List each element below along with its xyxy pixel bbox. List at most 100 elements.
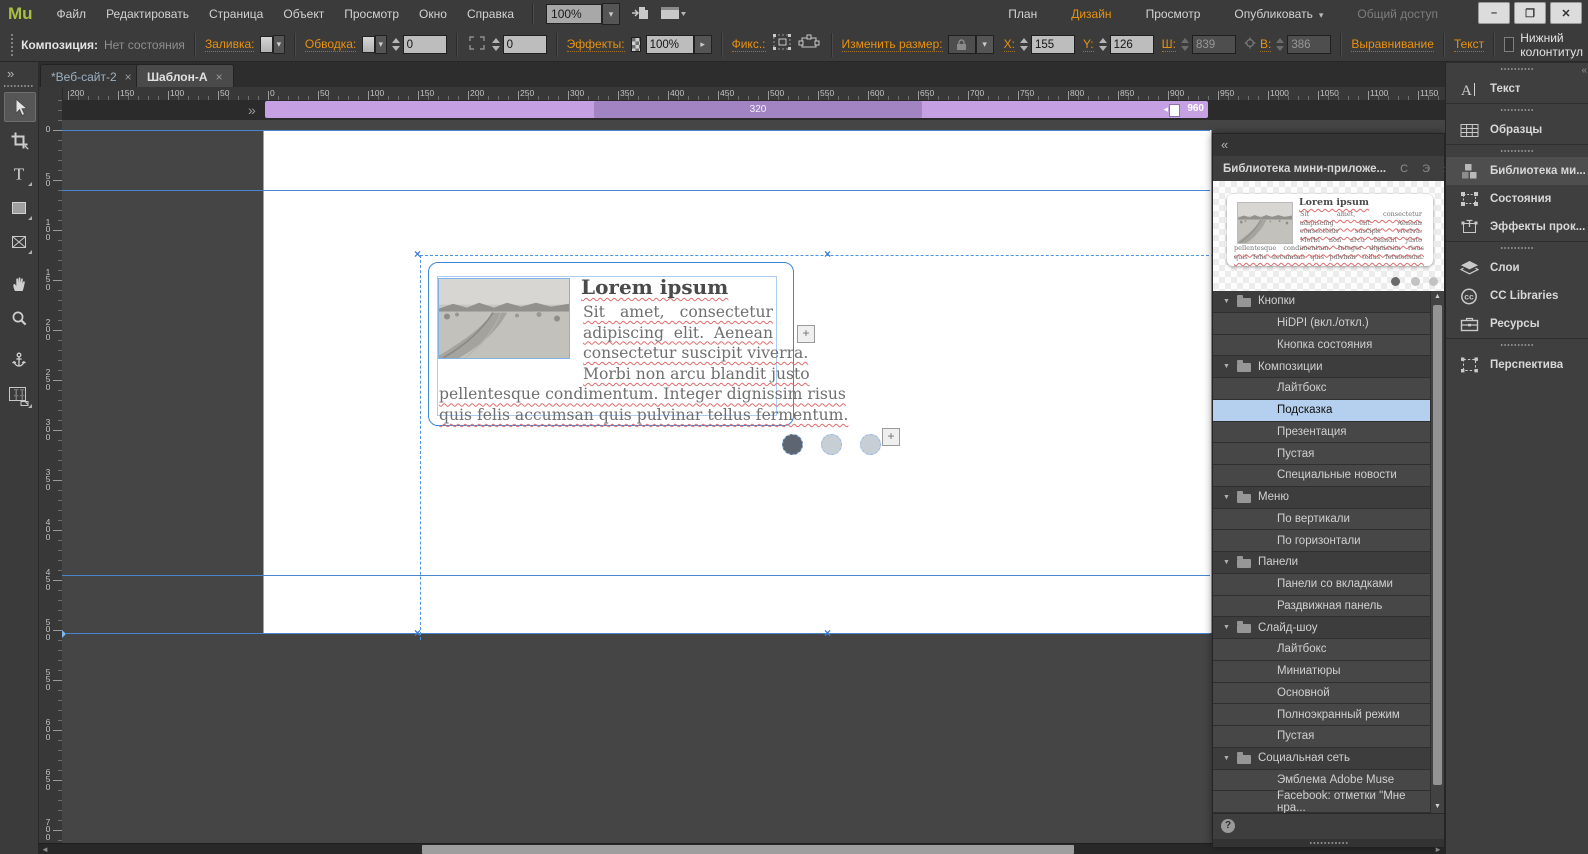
- hidden-tab-effects[interactable]: Э: [1422, 163, 1430, 175]
- scroll-up-icon[interactable]: ▲: [1431, 291, 1444, 303]
- go-to-page-icon[interactable]: [630, 5, 650, 24]
- library-folder-Слайд-шоу[interactable]: ▼ Слайд-шоу: [1213, 617, 1444, 639]
- library-folder-Меню[interactable]: ▼ Меню: [1213, 486, 1444, 509]
- text-tool[interactable]: T: [4, 160, 34, 188]
- fill-label[interactable]: Заливка:: [204, 37, 255, 52]
- stroke-width-field[interactable]: [402, 35, 447, 54]
- resize-dropdown[interactable]: ▾: [975, 35, 994, 54]
- panel-collapse-icon[interactable]: «: [1221, 137, 1228, 152]
- dock-collapse-icon[interactable]: «: [1581, 65, 1586, 76]
- breakpoint-segment-320[interactable]: 320: [594, 101, 922, 118]
- crop-tool[interactable]: [4, 126, 34, 154]
- preview-mode-icon[interactable]: [660, 5, 687, 24]
- mode-Дизайн[interactable]: Дизайн: [1071, 7, 1111, 21]
- opacity-checker-icon[interactable]: [630, 37, 641, 52]
- widget-list-scrollbar[interactable]: ▲ ▼: [1430, 291, 1444, 813]
- y-field[interactable]: [1109, 35, 1154, 54]
- corner-radius-field[interactable]: [502, 35, 547, 54]
- tab-website-2[interactable]: *Веб-сайт-2 ×: [40, 64, 143, 88]
- library-item[interactable]: Презентация: [1213, 421, 1444, 444]
- library-folder-Композиции[interactable]: ▼ Композиции: [1213, 356, 1444, 378]
- dock-item-text[interactable]: A Текст: [1446, 75, 1588, 103]
- library-item[interactable]: По вертикали: [1213, 508, 1444, 531]
- dock-item-perspective[interactable]: Перспектива: [1446, 351, 1588, 379]
- align-link[interactable]: Выравнивание: [1351, 37, 1434, 52]
- breakpoint-bar[interactable]: 320 ◂ 960: [265, 101, 1208, 118]
- link-dimensions-icon[interactable]: [1242, 36, 1258, 53]
- x-field[interactable]: [1030, 35, 1075, 54]
- library-item[interactable]: Специальные новости: [1213, 465, 1444, 487]
- stroke-swatch[interactable]: [362, 36, 375, 53]
- zoom-dropdown-button[interactable]: ▾: [602, 3, 621, 25]
- add-trigger-button[interactable]: +: [797, 325, 815, 343]
- library-item[interactable]: Facebook: отметки "Мне нра...: [1213, 790, 1444, 814]
- zoom-tool[interactable]: [4, 304, 34, 332]
- mode-Опубликовать[interactable]: Опубликовать ▾: [1234, 7, 1323, 21]
- rectangle-tool[interactable]: [4, 194, 34, 222]
- library-item[interactable]: Эмблема Adobe Muse: [1213, 769, 1444, 792]
- minimize-button[interactable]: –: [1478, 2, 1510, 24]
- dock-item-swatches[interactable]: Образцы: [1446, 116, 1588, 144]
- selection-tool[interactable]: [4, 92, 36, 122]
- dock-group-grip[interactable]: [1446, 241, 1588, 254]
- dock-item-layers[interactable]: Слои: [1446, 254, 1588, 282]
- restore-button[interactable]: ❐: [1514, 2, 1546, 24]
- library-folder-Социальная сеть[interactable]: ▼ Социальная сеть: [1213, 747, 1444, 770]
- dock-group-grip[interactable]: [1446, 144, 1588, 157]
- frame-tool[interactable]: [4, 228, 34, 256]
- pin-label[interactable]: Фикс.:: [731, 37, 766, 52]
- library-item[interactable]: Миниатюры: [1213, 660, 1444, 683]
- menu-Справка[interactable]: Справка: [457, 0, 524, 28]
- effects-opacity-field[interactable]: [645, 35, 694, 54]
- tools-grip[interactable]: [3, 84, 33, 89]
- dock-group-grip[interactable]: [1446, 338, 1588, 351]
- library-item[interactable]: Основной: [1213, 682, 1444, 705]
- fill-swatch[interactable]: [260, 36, 273, 53]
- tab-close-icon[interactable]: ×: [125, 70, 132, 84]
- menu-Просмотр[interactable]: Просмотр: [334, 0, 409, 28]
- library-item[interactable]: HiDPI (вкл./откл.): [1213, 312, 1444, 335]
- library-folder-Панели[interactable]: ▼ Панели: [1213, 552, 1444, 574]
- panel-resize-grip[interactable]: [1213, 839, 1444, 847]
- menu-Страница[interactable]: Страница: [199, 0, 273, 28]
- stepper-arrows[interactable]: [1019, 38, 1028, 51]
- tab-template-a[interactable]: Шаблон-А ×: [136, 64, 234, 88]
- stepper-arrows[interactable]: [391, 38, 400, 51]
- breakpoint-handle[interactable]: [1169, 104, 1180, 117]
- dock-item-scroll-effects[interactable]: Эффекты прок...: [1446, 213, 1588, 241]
- library-item[interactable]: Полноэкранный режим: [1213, 704, 1444, 726]
- library-item[interactable]: Пустая: [1213, 726, 1444, 748]
- stroke-label[interactable]: Обводка:: [304, 37, 357, 52]
- stepper-arrows[interactable]: [491, 38, 500, 51]
- dock-item-library[interactable]: Библиотека ми...: [1446, 157, 1588, 185]
- folder-disclosure-icon[interactable]: ▼: [1223, 755, 1230, 762]
- zoom-input[interactable]: [546, 4, 603, 24]
- height-label[interactable]: В:: [1259, 37, 1272, 52]
- library-item[interactable]: Пустая: [1213, 443, 1444, 465]
- library-item[interactable]: Раздвижная панель: [1213, 595, 1444, 618]
- pin-position-icon[interactable]: [772, 33, 794, 56]
- resize-lock-icon[interactable]: [947, 35, 976, 54]
- anchor-tool[interactable]: [4, 346, 34, 374]
- help-icon[interactable]: ?: [1221, 819, 1235, 833]
- menu-Файл[interactable]: Файл: [47, 0, 97, 28]
- trigger-dot-active[interactable]: [782, 434, 803, 455]
- folder-disclosure-icon[interactable]: ▼: [1223, 559, 1230, 566]
- x-label[interactable]: X:: [1003, 37, 1015, 52]
- menu-Редактировать[interactable]: Редактировать: [96, 0, 199, 28]
- hidden-tab-states[interactable]: С: [1400, 163, 1408, 175]
- y-label[interactable]: Y:: [1082, 37, 1094, 52]
- guide-marker[interactable]: [62, 628, 66, 640]
- tooltip-photo[interactable]: [435, 278, 570, 359]
- scroll-thumb[interactable]: [1433, 305, 1442, 785]
- folder-disclosure-icon[interactable]: ▼: [1223, 363, 1230, 370]
- horizontal-ruler[interactable]: 200 150 100 50 0 50 100 150 200 250 300 350 400 450 50…: [0, 87, 1445, 101]
- stroke-dropdown[interactable]: ▾: [374, 35, 387, 54]
- scroll-down-icon[interactable]: ▼: [1431, 801, 1444, 813]
- scroll-left-icon[interactable]: ◄: [41, 844, 49, 854]
- pin-browser-icon[interactable]: [798, 33, 822, 56]
- library-folder-Кнопки[interactable]: ▼ Кнопки: [1213, 291, 1444, 313]
- width-label[interactable]: Ш:: [1161, 37, 1176, 52]
- toolbar-grip[interactable]: [10, 32, 14, 57]
- plan-collapse-icon[interactable]: »: [248, 102, 256, 118]
